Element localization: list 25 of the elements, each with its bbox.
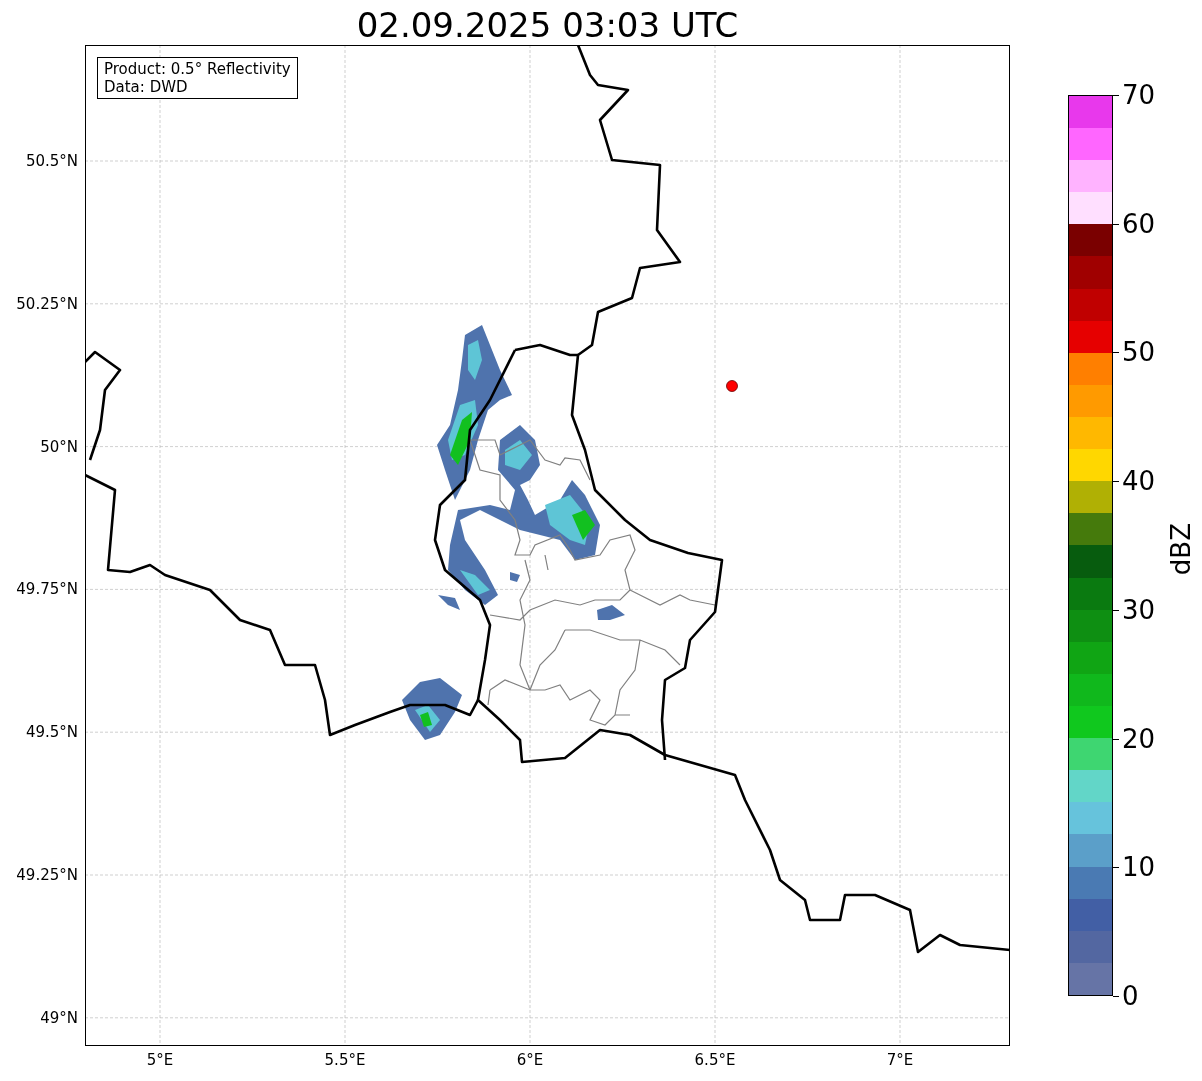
longitude-label: 6°E	[515, 1051, 545, 1069]
colorbar-tick-label: 20	[1122, 723, 1156, 754]
latitude-label: 49.75°N	[16, 580, 78, 599]
legend-text: Product: 0.5° Reflectivity	[104, 60, 291, 78]
colorbar-tick-label: 0	[1122, 981, 1139, 1011]
station-marker	[726, 380, 738, 392]
colorbar-tick-label: 10	[1122, 852, 1156, 883]
longitude-label: 5°E	[145, 1051, 175, 1069]
colorbar-tick-label: 40	[1122, 466, 1156, 497]
latitude-label: 50.5°N	[25, 152, 78, 170]
colorbar-label: dBZ	[1166, 523, 1196, 576]
longitude-label: 6.5°E	[693, 1051, 737, 1069]
longitude-label: 7°E	[885, 1051, 915, 1069]
longitude-label: 5.5°E	[323, 1051, 367, 1069]
latitude-label: 50.25°N	[16, 294, 78, 313]
latitude-label: 49.5°N	[25, 723, 78, 742]
latitude-label: 49°N	[40, 1008, 78, 1027]
latitude-label: 50°N	[40, 437, 78, 456]
legend-text: Data: DWD	[104, 78, 189, 96]
colorbar-tick-label: 60	[1122, 208, 1156, 239]
colorbar-tick-label: 70	[1122, 80, 1156, 110]
colorbar-tick-label: 50	[1122, 337, 1156, 368]
plot-title: 02.09.2025 03:03 UTC	[355, 4, 740, 46]
colorbar-tick-label: 30	[1122, 594, 1156, 625]
latitude-label: 49.25°N	[16, 866, 78, 884]
